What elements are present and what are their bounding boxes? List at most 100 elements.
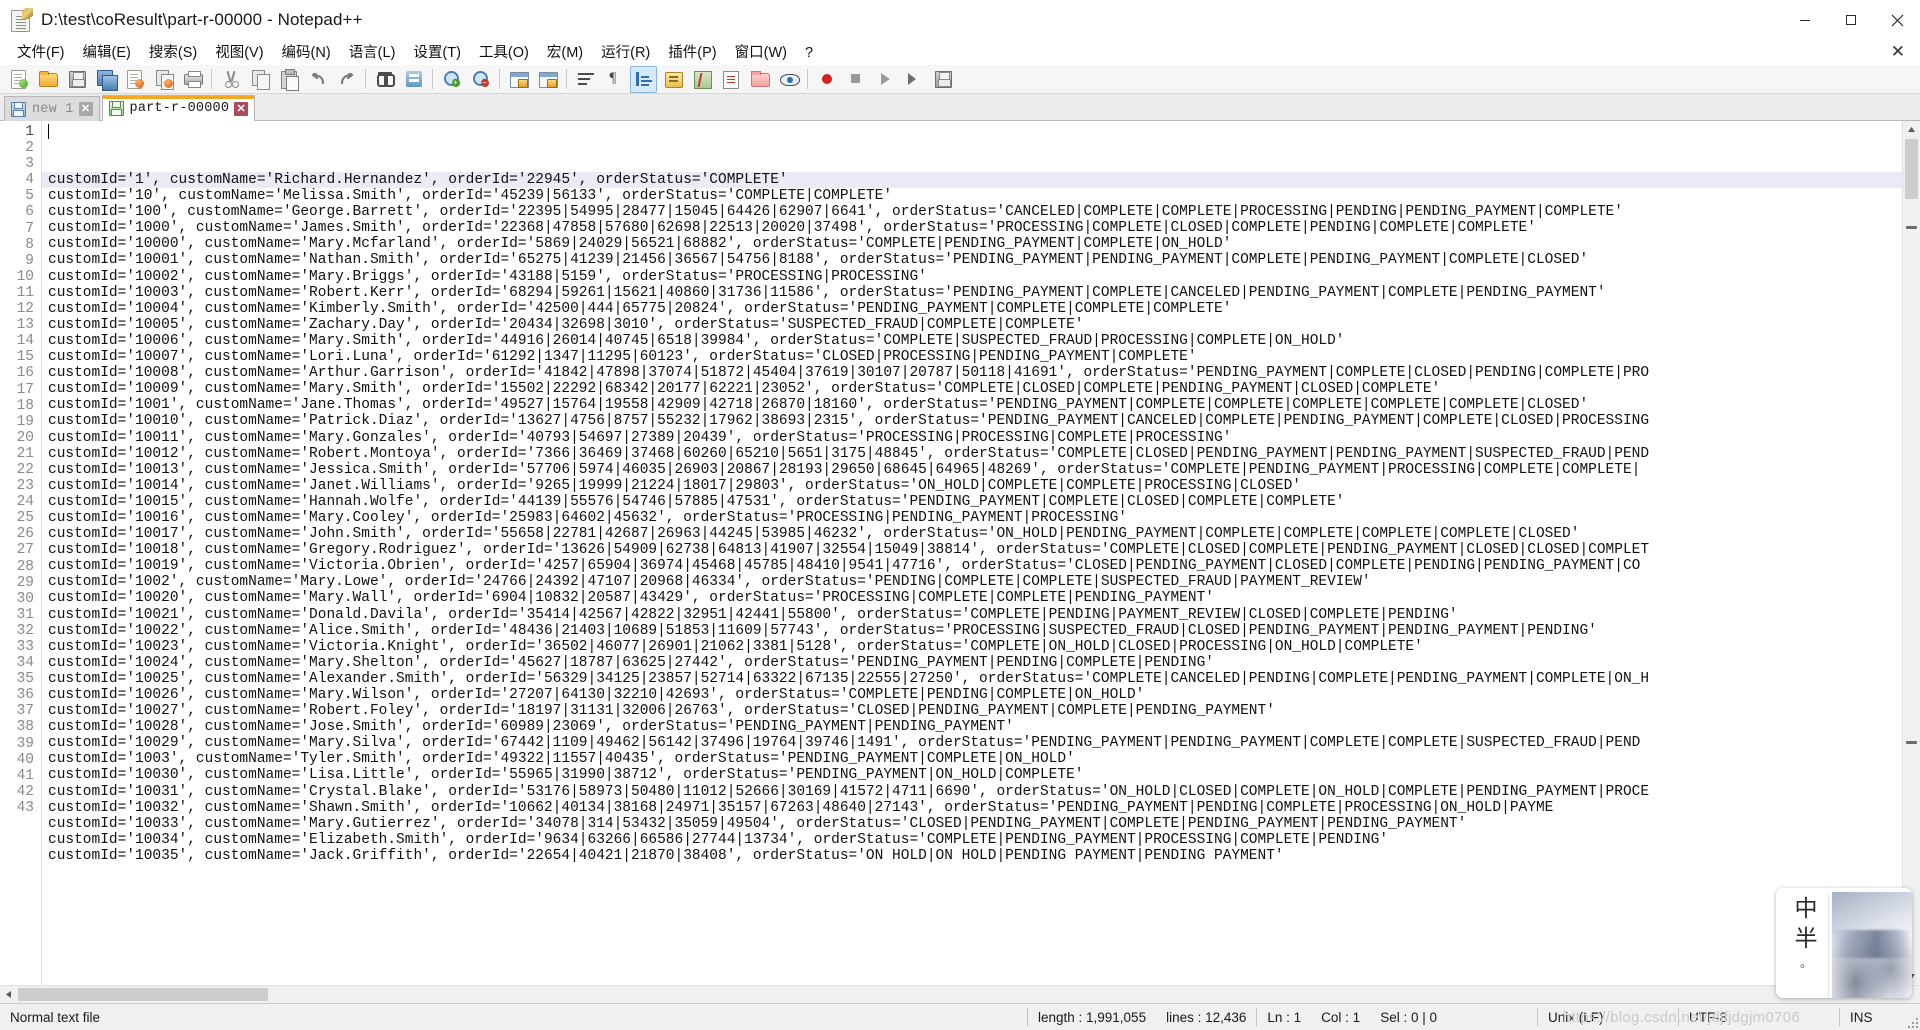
menu-item-edit[interactable]: 编辑(E) [74,42,140,64]
code-line[interactable]: customId='10023', customName='Victoria.K… [42,639,1902,655]
code-line[interactable]: customId='10004', customName='Kimberly.S… [42,301,1902,317]
status-encoding[interactable]: UTF-8 [1679,1008,1839,1027]
code-line[interactable]: customId='10030', customName='Lisa.Littl… [42,767,1902,783]
code-line[interactable]: customId='10012', customName='Robert.Mon… [42,446,1902,462]
code-line[interactable]: customId='1001', customName='Jane.Thomas… [42,397,1902,413]
code-line[interactable]: customId='10027', customName='Robert.Fol… [42,703,1902,719]
menu-item-language[interactable]: 语言(L) [340,42,405,64]
save-macro-icon[interactable] [929,66,956,93]
vertical-scrollbar[interactable] [1902,121,1920,985]
menu-item-macro[interactable]: 宏(M) [538,42,592,64]
code-line[interactable]: customId='10033', customName='Mary.Gutie… [42,816,1902,832]
code-line[interactable]: customId='10031', customName='Crystal.Bl… [42,784,1902,800]
code-line[interactable]: customId='10013', customName='Jessica.Sm… [42,462,1902,478]
resize-gripper-icon[interactable] [1904,1014,1918,1028]
zoom-in-icon[interactable]: + [438,66,465,93]
close-button[interactable] [1874,0,1920,40]
find-icon[interactable] [371,66,398,93]
code-line[interactable]: customId='10020', customName='Mary.Wall'… [42,590,1902,606]
code-line[interactable]: customId='10003', customName='Robert.Ker… [42,285,1902,301]
vertical-scrollbar-thumb[interactable] [1905,139,1918,199]
sync-vertical-scroll-icon[interactable] [505,66,532,93]
menu-item-tools[interactable]: 工具(O) [470,42,538,64]
code-line[interactable]: customId='10009', customName='Mary.Smith… [42,381,1902,397]
zoom-out-icon[interactable]: – [467,66,494,93]
code-line[interactable]: customId='10010', customName='Patrick.Di… [42,413,1902,429]
new-file-icon[interactable] [5,66,32,93]
print-icon[interactable] [179,66,206,93]
monitoring-icon[interactable] [775,66,802,93]
sync-horizontal-scroll-icon[interactable] [534,66,561,93]
menu-item-view[interactable]: 视图(V) [206,42,272,64]
close-file-icon[interactable] [121,66,148,93]
status-eol-format[interactable]: Unix (LF) [1538,1008,1678,1027]
menu-item-settings[interactable]: 设置(T) [404,42,470,64]
code-line[interactable]: customId='10024', customName='Mary.Shelt… [42,655,1902,671]
code-line[interactable]: customId='10017', customName='John.Smith… [42,526,1902,542]
minimize-button[interactable] [1782,0,1828,40]
tab-part-r-00000[interactable]: part-r-00000 ✕ [101,95,256,121]
code-line[interactable]: customId='1002', customName='Mary.Lowe',… [42,574,1902,590]
code-line[interactable]: customId='10032', customName='Shawn.Smit… [42,800,1902,816]
menu-item-run[interactable]: 运行(R) [592,42,659,64]
menu-item-window[interactable]: 窗口(W) [726,42,796,64]
play-macro-icon[interactable] [871,66,898,93]
menu-item-encoding[interactable]: 编码(N) [273,42,340,64]
code-line[interactable]: customId='1003', customName='Tyler.Smith… [42,751,1902,767]
show-all-characters-icon[interactable]: ¶ [601,66,628,93]
code-line[interactable]: customId='10016', customName='Mary.Coole… [42,510,1902,526]
horizontal-scrollbar-thumb[interactable] [18,988,268,1001]
cut-icon[interactable] [217,66,244,93]
record-macro-icon[interactable] [813,66,840,93]
stop-macro-icon[interactable] [842,66,869,93]
code-line[interactable]: customId='10021', customName='Donald.Dav… [42,607,1902,623]
redo-icon[interactable] [333,66,360,93]
code-line[interactable]: customId='10035', customName='Jack.Griff… [42,848,1902,864]
replace-icon[interactable] [400,66,427,93]
function-list-icon[interactable] [717,66,744,93]
paste-icon[interactable] [275,66,302,93]
document-map-icon[interactable] [688,66,715,93]
close-document-button[interactable]: ✕ [1885,41,1911,63]
code-line[interactable]: customId='10025', customName='Alexander.… [42,671,1902,687]
tab-close-icon[interactable]: ✕ [78,102,93,116]
code-line[interactable]: customId='10011', customName='Mary.Gonza… [42,430,1902,446]
text-editor[interactable]: 1 2 3 4 5 6 7 8 9 10 11 12 13 14 15 16 17 18 19 20 21 22 23 24 2… [0,121,1902,985]
code-line[interactable]: customId='1', customName='Richard.Hernan… [42,172,1902,189]
scroll-left-arrow-icon[interactable] [0,986,17,1003]
save-icon[interactable] [63,66,90,93]
tab-new-1[interactable]: new 1 ✕ [4,96,100,121]
code-line[interactable]: customId='10000', customName='Mary.Mcfar… [42,236,1902,252]
code-line[interactable]: customId='10029', customName='Mary.Silva… [42,735,1902,751]
code-line[interactable]: customId='10001', customName='Nathan.Smi… [42,252,1902,268]
menu-item-plugins[interactable]: 插件(P) [659,42,725,64]
code-line[interactable]: customId='10034', customName='Elizabeth.… [42,832,1902,848]
code-line[interactable]: customId='10014', customName='Janet.Will… [42,478,1902,494]
code-line[interactable]: customId='10028', customName='Jose.Smith… [42,719,1902,735]
code-line[interactable]: customId='10008', customName='Arthur.Gar… [42,365,1902,381]
close-all-icon[interactable] [150,66,177,93]
maximize-button[interactable] [1828,0,1874,40]
horizontal-scrollbar[interactable] [0,985,1920,1003]
code-line[interactable]: customId='10015', customName='Hannah.Wol… [42,494,1902,510]
save-all-icon[interactable] [92,66,119,93]
code-line[interactable]: customId='10002', customName='Mary.Brigg… [42,269,1902,285]
undo-icon[interactable] [304,66,331,93]
menu-item-help[interactable]: ? [796,42,822,64]
code-line[interactable]: customId='10019', customName='Victoria.O… [42,558,1902,574]
code-line[interactable]: customId='10007', customName='Lori.Luna'… [42,349,1902,365]
word-wrap-icon[interactable] [572,66,599,93]
code-line[interactable]: customId='10026', customName='Mary.Wilso… [42,687,1902,703]
code-line[interactable]: customId='10018', customName='Gregory.Ro… [42,542,1902,558]
indent-guide-icon[interactable] [630,65,657,93]
copy-icon[interactable] [246,66,273,93]
tab-close-icon[interactable]: ✕ [234,101,249,116]
menu-item-file[interactable]: 文件(F) [8,42,74,64]
folder-as-workspace-icon[interactable] [746,66,773,93]
run-macro-multiple-icon[interactable] [900,66,927,93]
user-defined-language-icon[interactable] [659,66,686,93]
code-line[interactable]: customId='1000', customName='James.Smith… [42,220,1902,236]
menu-item-search[interactable]: 搜索(S) [140,42,206,64]
code-line[interactable]: customId='10', customName='Melissa.Smith… [42,188,1902,204]
open-file-icon[interactable] [34,66,61,93]
